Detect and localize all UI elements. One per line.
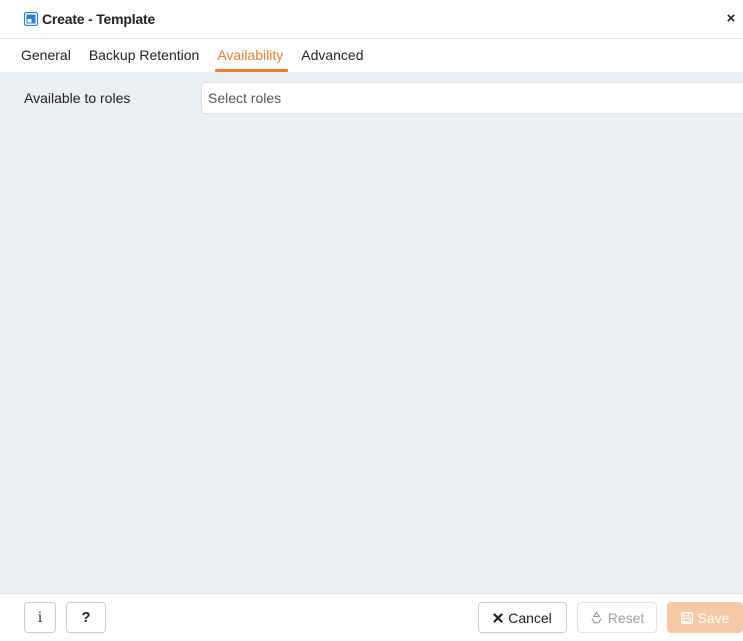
roles-select[interactable]: Select roles [201, 82, 743, 114]
close-button[interactable]: × [723, 10, 739, 28]
roles-label: Available to roles [24, 90, 131, 106]
tab-availability[interactable]: Availability [208, 39, 292, 72]
info-button[interactable]: i [24, 602, 56, 633]
help-icon: ? [81, 609, 91, 626]
tab-backup-retention[interactable]: Backup Retention [80, 39, 209, 72]
roles-select-placeholder: Select roles [208, 90, 282, 106]
floppy-disk-icon [680, 611, 693, 624]
reset-button[interactable]: Reset [577, 602, 657, 633]
dialog-title: Create - Template [42, 11, 156, 27]
close-icon [493, 612, 503, 623]
info-icon: i [37, 609, 43, 626]
tab-advanced[interactable]: Advanced [292, 39, 372, 72]
dialog-title-bar: Create - Template × [0, 0, 743, 38]
window-icon [24, 12, 38, 26]
tab-general[interactable]: General [14, 39, 80, 72]
recycle-icon [590, 611, 603, 624]
cancel-button[interactable]: Cancel [478, 602, 567, 633]
dialog-footer: i ? Cancel Reset Save [0, 593, 743, 641]
tab-bar: General Backup Retention Availability Ad… [0, 38, 743, 72]
reset-label: Reset [607, 609, 645, 626]
roles-form-row: Available to roles Select roles [0, 82, 743, 116]
create-template-dialog: Create - Template × General Backup Reten… [0, 0, 743, 641]
help-button[interactable]: ? [66, 602, 106, 633]
close-icon: × [726, 10, 736, 27]
save-button[interactable]: Save [667, 602, 743, 633]
cancel-label: Cancel [508, 609, 552, 626]
tab-content-availability: Available to roles Select roles [0, 72, 743, 593]
save-label: Save [697, 609, 730, 626]
